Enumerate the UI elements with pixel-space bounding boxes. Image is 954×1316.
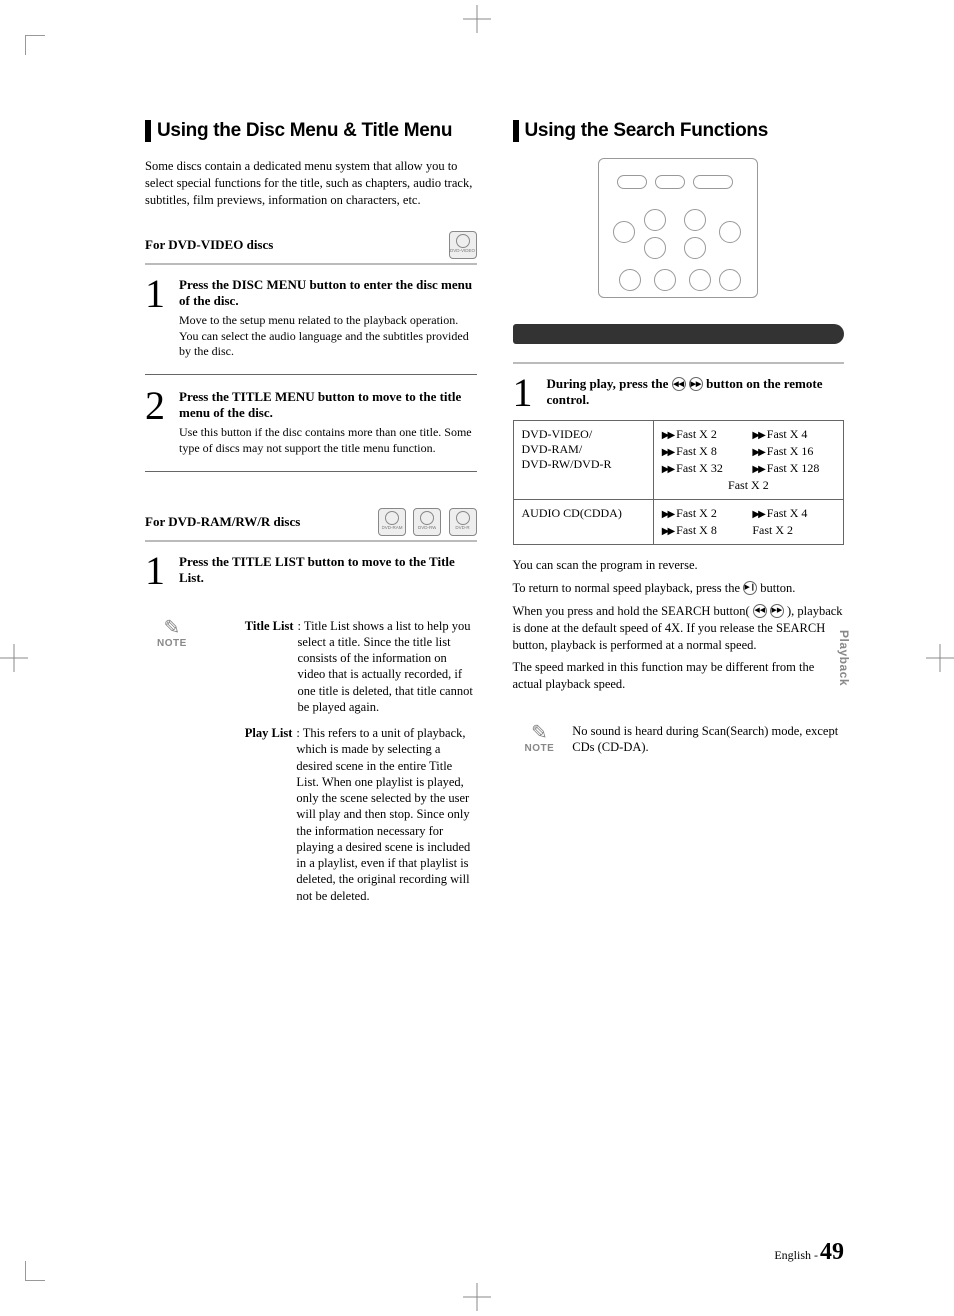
step-instruction: Press the TITLE MENU button to move to t… [179, 389, 477, 422]
def-text: : This refers to a unit of playback, whi… [296, 725, 476, 904]
crop-mark [25, 1261, 45, 1281]
subheading-dvd-video: For DVD-VIDEO discs [145, 237, 273, 253]
step-description: Move to the setup menu related to the pl… [179, 313, 477, 360]
table-cell: DVD-VIDEO/ DVD-RAM/ DVD-RW/DVD-R [513, 421, 653, 500]
play-icon: ▶❙ [743, 581, 757, 595]
step-instruction: Press the TITLE LIST button to move to t… [179, 554, 477, 587]
rewind-icon: ◀◀ [672, 377, 686, 391]
divider [145, 471, 477, 472]
disc-badge: DVD-RAM [378, 508, 406, 536]
disc-badge: DVD-RW [413, 508, 441, 536]
step-number: 1 [145, 554, 179, 588]
note-label: NOTE [157, 638, 187, 649]
registration-mark [0, 644, 28, 672]
table-cell: AUDIO CD(CDDA) [513, 500, 653, 545]
fastforward-icon: ▶▶ [770, 604, 784, 618]
step-number: 2 [145, 389, 179, 457]
step-instruction: Press the DISC MENU button to enter the … [179, 277, 477, 310]
speed-table: DVD-VIDEO/ DVD-RAM/ DVD-RW/DVD-R ▶▶Fast … [513, 420, 845, 545]
step-1b: 1 Press the TITLE LIST button to move to… [145, 554, 477, 588]
note-box: ✎ NOTE No sound is heard during Scan(Sea… [513, 723, 845, 756]
disc-badge: DVD-VIDEO [449, 231, 477, 259]
side-tab-label: Playback [837, 630, 851, 686]
section-title-disc-menu: Using the Disc Menu & Title Menu [145, 120, 477, 142]
step-number: 1 [145, 277, 179, 360]
crop-mark [25, 35, 45, 55]
step-1: 1 Press the DISC MENU button to enter th… [145, 277, 477, 360]
note-box: ✎ NOTE Title List : Title List shows a l… [145, 618, 477, 914]
registration-mark [926, 644, 954, 672]
table-cell: ▶▶Fast X 2 ▶▶Fast X 4 ▶▶Fast X 8 ▶▶Fast … [653, 421, 843, 500]
note-icon: ✎ [525, 723, 555, 743]
dark-bar [513, 324, 845, 344]
def-text: : Title List shows a list to help you se… [298, 618, 477, 716]
step-1-search: 1 During play, press the ◀◀ ▶▶ button on… [513, 376, 845, 410]
section-title-search: Using the Search Functions [513, 120, 845, 142]
rule [145, 540, 477, 542]
divider [145, 374, 477, 375]
table-cell: ▶▶Fast X 2 ▶▶Fast X 4 ▶▶Fast X 8 Fast X … [653, 500, 843, 545]
registration-mark [463, 5, 491, 33]
def-term: Play List [245, 726, 293, 740]
note-icon: ✎ [157, 618, 187, 638]
body-text: When you press and hold the SEARCH butto… [513, 603, 845, 654]
rule [145, 263, 477, 265]
body-text: The speed marked in this function may be… [513, 659, 845, 693]
step-instruction: During play, press the ◀◀ ▶▶ button on t… [547, 376, 845, 409]
rule [513, 362, 845, 364]
registration-mark [463, 1283, 491, 1311]
def-term: Title List [245, 619, 294, 633]
intro-text: Some discs contain a dedicated menu syst… [145, 158, 477, 209]
step-2: 2 Press the TITLE MENU button to move to… [145, 389, 477, 457]
step-description: Use this button if the disc contains mor… [179, 425, 477, 456]
body-text: You can scan the program in reverse. [513, 557, 845, 574]
note-text: No sound is heard during Scan(Search) mo… [572, 723, 844, 756]
note-label: NOTE [525, 743, 555, 754]
left-column: Using the Disc Menu & Title Menu Some di… [145, 120, 477, 914]
fastforward-icon: ▶▶ [689, 377, 703, 391]
remote-diagram [598, 158, 758, 298]
right-column: Using the Search Functions 1 [513, 120, 845, 914]
disc-badge: DVD-R [449, 508, 477, 536]
rewind-icon: ◀◀ [753, 604, 767, 618]
subheading-dvd-ram: For DVD-RAM/RW/R discs [145, 514, 300, 530]
page-footer: English -49 [774, 1239, 844, 1266]
body-text: To return to normal speed playback, pres… [513, 580, 845, 597]
step-number: 1 [513, 376, 547, 410]
